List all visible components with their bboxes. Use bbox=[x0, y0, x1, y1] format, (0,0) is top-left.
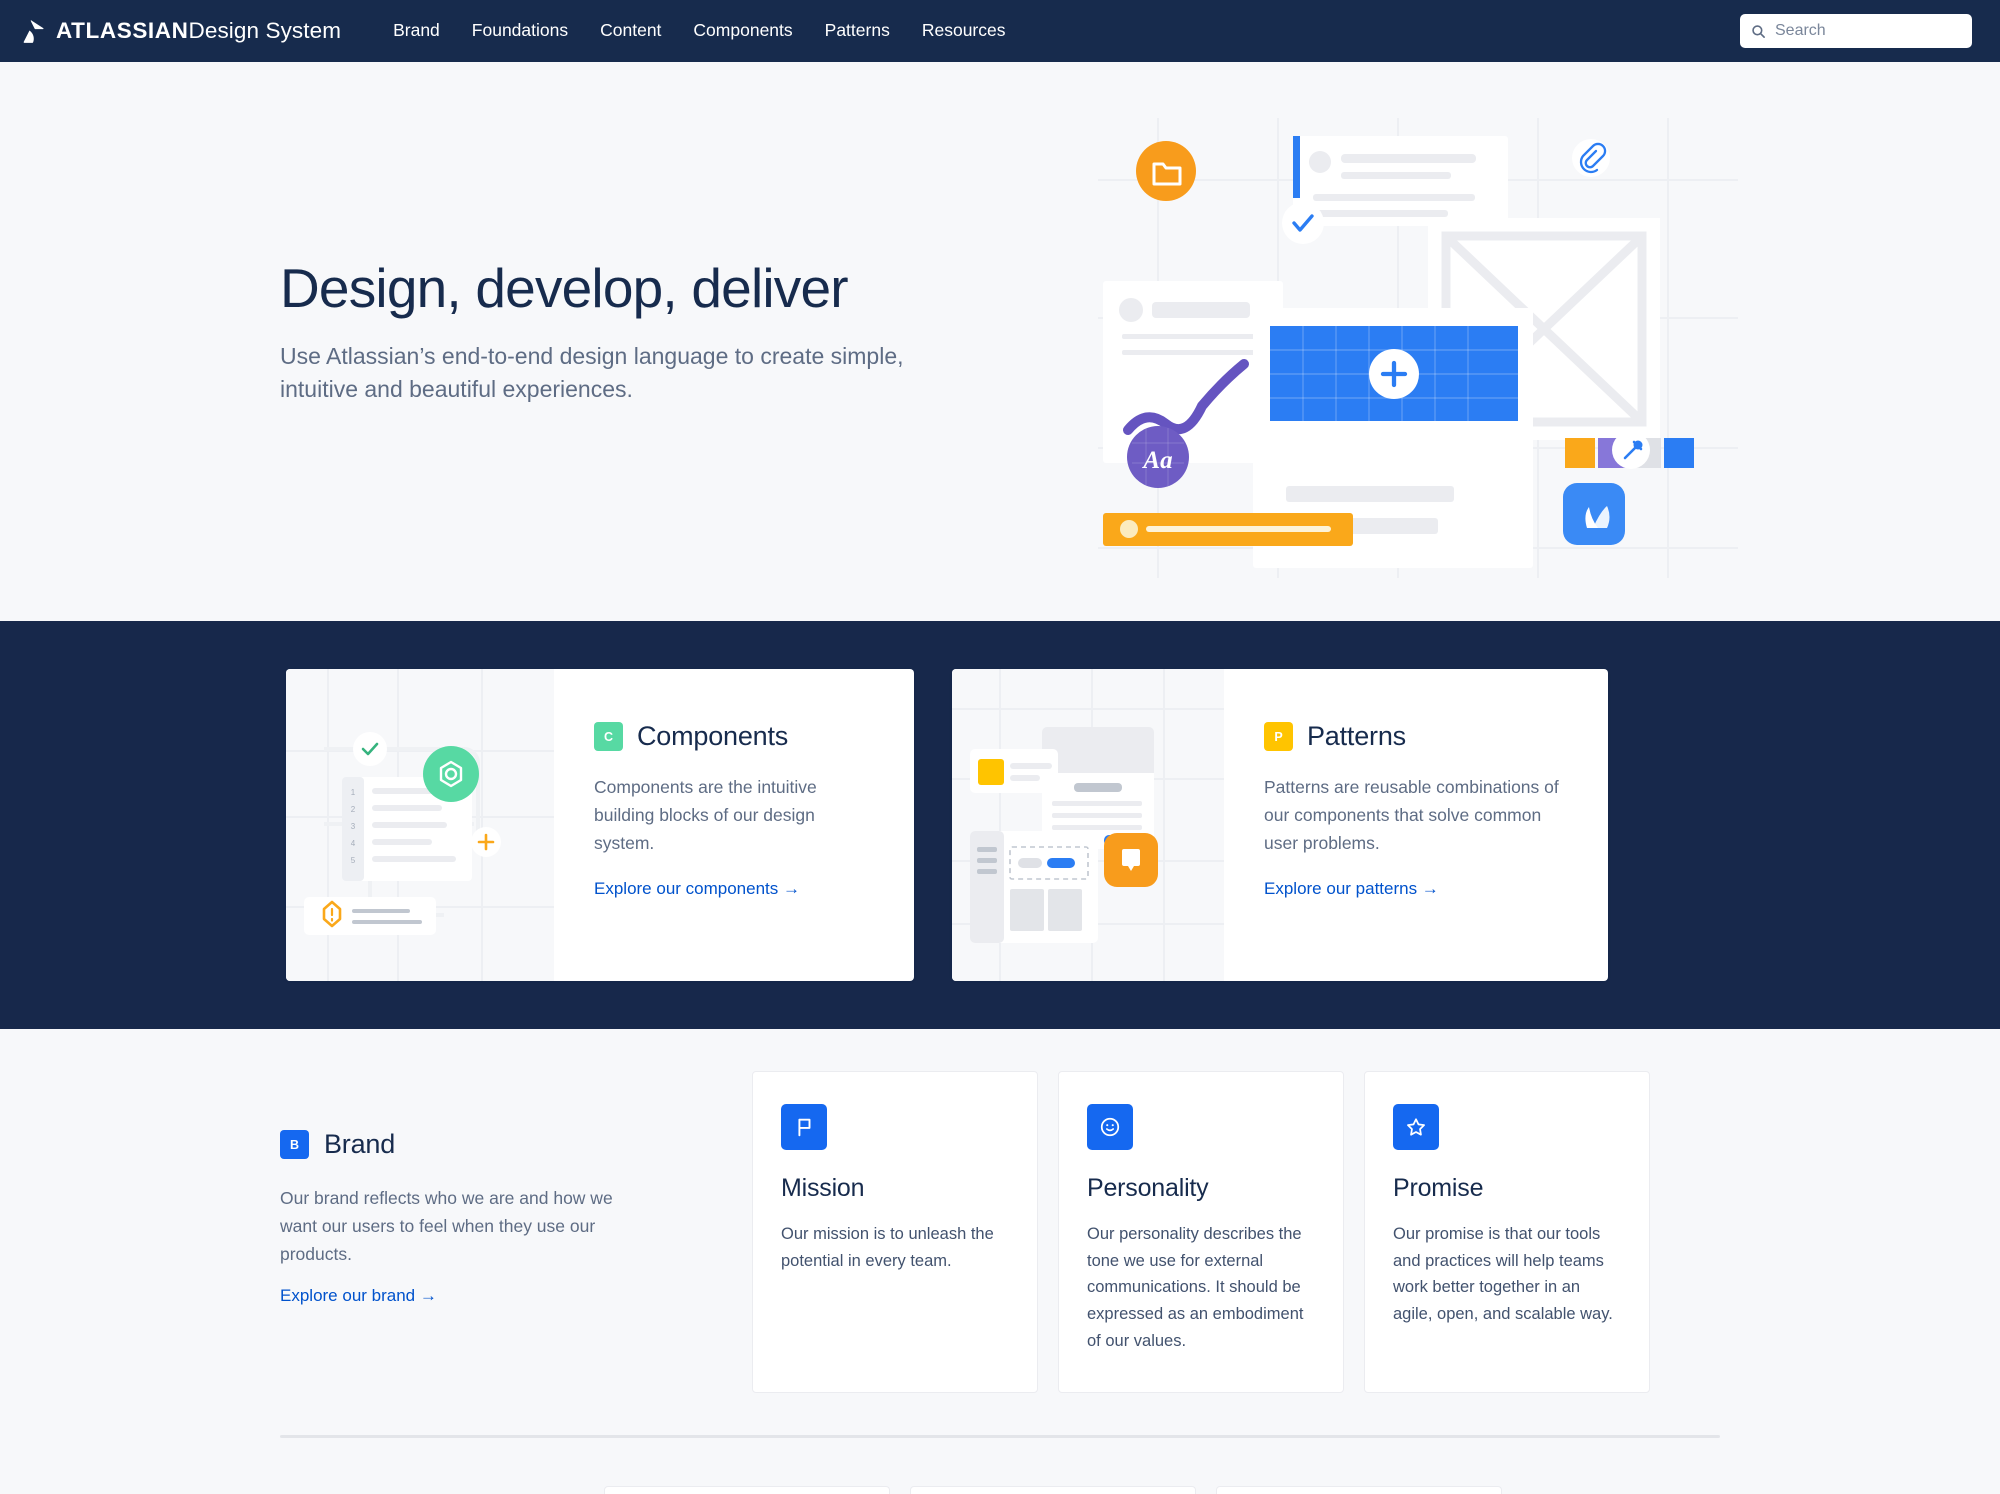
paperclip-icon-white-circle bbox=[1572, 139, 1610, 177]
brand-lockup[interactable]: ATLASSIANDesign System bbox=[22, 19, 341, 44]
peek-card[interactable] bbox=[910, 1486, 1196, 1494]
design-system-hero-illustration: Aa bbox=[1098, 118, 1738, 578]
brand-description: Our brand reflects who we are and how we… bbox=[280, 1188, 613, 1264]
patterns-illustration bbox=[952, 669, 1224, 981]
search-container bbox=[1740, 14, 1972, 48]
patterns-badge-icon: P bbox=[1264, 722, 1293, 751]
section-divider-wrap bbox=[280, 1393, 1720, 1438]
brand-badge-icon: B bbox=[280, 1130, 309, 1159]
value-card-description: Our mission is to unleash the potential … bbox=[781, 1225, 994, 1270]
svg-text:1: 1 bbox=[351, 788, 356, 797]
brand-section: B Brand Our brand reflects who we are an… bbox=[0, 1029, 2000, 1494]
nav-item-resources[interactable]: Resources bbox=[922, 22, 1006, 40]
svg-text:4: 4 bbox=[351, 839, 356, 848]
nav-item-content[interactable]: Content bbox=[600, 22, 661, 40]
hero-section: Design, develop, deliver Use Atlassian’s… bbox=[0, 62, 2000, 621]
folder-icon-orange-circle bbox=[1136, 141, 1196, 201]
value-card-description: Our personality describes the tone we us… bbox=[1087, 1225, 1304, 1350]
hero-title: Design, develop, deliver bbox=[280, 257, 849, 319]
feature-card-title: Components bbox=[637, 721, 789, 751]
search-input[interactable] bbox=[1775, 22, 1961, 40]
explore-patterns-link[interactable]: Explore our patterns → bbox=[1264, 879, 1439, 899]
pin-icon-white-circle bbox=[1612, 431, 1650, 469]
search-icon bbox=[1752, 24, 1765, 38]
value-card-title: Personality bbox=[1087, 1174, 1209, 1202]
atlassian-app-tile bbox=[1563, 483, 1625, 545]
svg-text:2: 2 bbox=[351, 805, 356, 814]
atlassian-logo-icon bbox=[23, 19, 44, 43]
top-navigation-bar: ATLASSIANDesign System Brand Foundations… bbox=[0, 0, 2000, 62]
search-box[interactable] bbox=[1740, 14, 1972, 48]
value-card-promise[interactable]: Promise Our promise is that our tools an… bbox=[1364, 1071, 1650, 1393]
feature-card-description: Components are the intuitive building bl… bbox=[594, 777, 817, 853]
components-badge-icon: C bbox=[594, 722, 623, 751]
nav-item-patterns[interactable]: Patterns bbox=[825, 22, 890, 40]
feature-card-body: P Patterns Patterns are reusable combina… bbox=[1224, 669, 1608, 981]
notification-card bbox=[1293, 136, 1508, 226]
brand-heading: B Brand bbox=[280, 1129, 700, 1160]
svg-text:Aa: Aa bbox=[1141, 447, 1172, 474]
nav-item-foundations[interactable]: Foundations bbox=[472, 22, 568, 40]
explore-components-link[interactable]: Explore our components → bbox=[594, 879, 800, 899]
value-card-mission[interactable]: Mission Our mission is to unleash the po… bbox=[752, 1071, 1038, 1393]
primary-nav: Brand Foundations Content Components Pat… bbox=[393, 22, 1005, 40]
feature-card-heading: P Patterns bbox=[1264, 721, 1574, 752]
typography-Aa-purple-circle: Aa bbox=[1127, 426, 1189, 488]
feature-card-patterns[interactable]: P Patterns Patterns are reusable combina… bbox=[952, 669, 1608, 981]
brand-strong-text: ATLASSIAN bbox=[56, 17, 189, 43]
brand-wordmark: ATLASSIANDesign System bbox=[56, 17, 342, 43]
nav-item-components[interactable]: Components bbox=[693, 22, 792, 40]
value-card-description: Our promise is that our tools and practi… bbox=[1393, 1225, 1613, 1324]
value-card-title: Mission bbox=[781, 1174, 865, 1202]
value-card-personality[interactable]: Personality Our personality describes th… bbox=[1058, 1071, 1344, 1393]
feature-card-components[interactable]: 1 2 3 4 5 C Components Components are the … bbox=[286, 669, 914, 981]
nav-item-brand[interactable]: Brand bbox=[393, 22, 440, 40]
explore-brand-link[interactable]: Explore our brand → bbox=[280, 1286, 437, 1306]
features-section: 1 2 3 4 5 C Components Components are the … bbox=[0, 621, 2000, 1029]
star-icon bbox=[1393, 1104, 1439, 1150]
feature-card-body: C Components Components are the intuitiv… bbox=[554, 669, 883, 981]
svg-text:3: 3 bbox=[351, 822, 356, 831]
hero-copy: Design, develop, deliver Use Atlassian’s… bbox=[280, 258, 940, 406]
orange-progress-slider bbox=[1103, 513, 1353, 546]
smiley-icon bbox=[1087, 1104, 1133, 1150]
hero-subtitle: Use Atlassian’s end-to-end design langua… bbox=[280, 342, 904, 402]
value-cards-row: Mission Our mission is to unleash the po… bbox=[752, 1071, 1650, 1393]
svg-text:5: 5 bbox=[351, 856, 356, 865]
brand-title: Brand bbox=[324, 1129, 396, 1159]
brand-intro-column: B Brand Our brand reflects who we are an… bbox=[280, 1071, 700, 1306]
peek-card[interactable] bbox=[604, 1486, 890, 1494]
feature-card-heading: C Components bbox=[594, 721, 849, 752]
section-divider bbox=[280, 1435, 1720, 1438]
next-cards-row-peek bbox=[280, 1486, 1720, 1494]
value-card-title: Promise bbox=[1393, 1174, 1484, 1202]
feature-card-description: Patterns are reusable combinations of ou… bbox=[1264, 777, 1559, 853]
check-icon-white-circle bbox=[1282, 202, 1324, 244]
flag-icon bbox=[781, 1104, 827, 1150]
peek-card[interactable] bbox=[1216, 1486, 1502, 1494]
feature-card-title: Patterns bbox=[1307, 721, 1406, 751]
components-illustration: 1 2 3 4 5 bbox=[286, 669, 554, 981]
brand-light-text: Design System bbox=[188, 17, 342, 43]
